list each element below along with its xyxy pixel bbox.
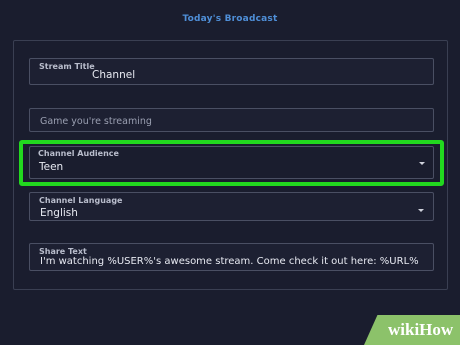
wikihow-logo-text: wikiHow (388, 320, 454, 339)
channel-language-label: Channel Language (39, 196, 123, 205)
wikihow-watermark: wikiHow (364, 315, 460, 345)
share-text-value: I'm watching %USER%'s awesome stream. Co… (40, 256, 419, 267)
stream-title-value: Channel (92, 69, 136, 81)
broadcast-panel-title: Today's Broadcast (182, 14, 278, 24)
chevron-down-icon (418, 209, 424, 212)
stream-title-field[interactable]: Stream Title Channel (29, 58, 434, 85)
share-text-label: Share Text (39, 247, 87, 256)
stream-title-label: Stream Title (39, 62, 95, 71)
game-placeholder: Game you're streaming (40, 116, 152, 127)
share-text-field[interactable]: Share Text I'm watching %USER%'s awesome… (29, 243, 434, 271)
game-input[interactable]: Game you're streaming (29, 108, 434, 132)
channel-language-value: English (40, 207, 78, 219)
channel-language-select[interactable]: Channel Language English (29, 192, 434, 221)
highlight-annotation (19, 140, 444, 186)
